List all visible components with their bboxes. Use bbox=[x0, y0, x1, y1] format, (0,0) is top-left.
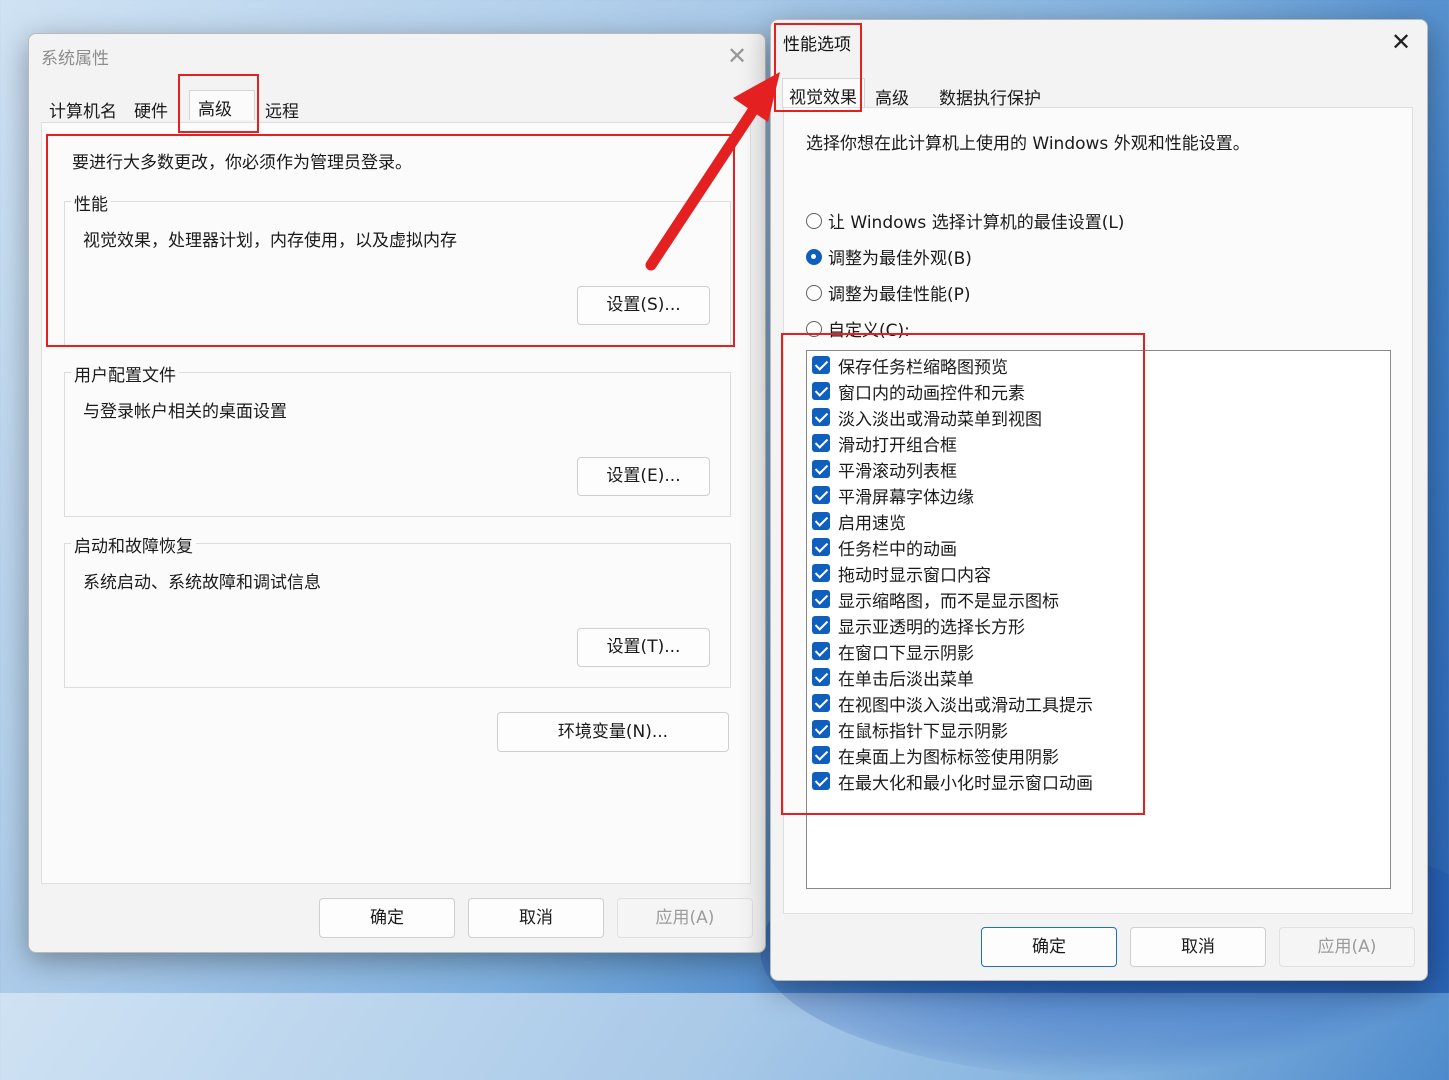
list-item[interactable]: 窗口内的动画控件和元素 bbox=[812, 380, 1025, 404]
option-label: 在最大化和最小化时显示窗口动画 bbox=[838, 773, 1093, 794]
radio-button[interactable] bbox=[806, 320, 822, 337]
visual-effects-intro: 选择你想在此计算机上使用的 Windows 外观和性能设置。 bbox=[806, 134, 1250, 154]
user-profiles-desc: 与登录帐户相关的桌面设置 bbox=[83, 402, 287, 422]
list-item[interactable]: 显示亚透明的选择长方形 bbox=[812, 614, 1025, 638]
cancel-button[interactable]: 取消 bbox=[468, 898, 604, 938]
tab-advanced[interactable]: 高级 bbox=[189, 90, 255, 120]
performance-label: 性能 bbox=[71, 190, 111, 215]
checkbox-checked[interactable] bbox=[812, 564, 830, 582]
option-label: 保存任务栏缩略图预览 bbox=[838, 357, 1008, 378]
option-label: 显示缩略图，而不是显示图标 bbox=[838, 591, 1059, 612]
list-item[interactable]: 任务栏中的动画 bbox=[812, 536, 957, 560]
radio-best-performance[interactable]: 调整为最佳性能(P) bbox=[806, 280, 971, 305]
list-item[interactable]: 启用速览 bbox=[812, 510, 906, 534]
option-label: 淡入淡出或滑动菜单到视图 bbox=[838, 409, 1042, 430]
list-item[interactable]: 在窗口下显示阴影 bbox=[812, 640, 974, 664]
checkbox-checked[interactable] bbox=[812, 356, 830, 374]
option-label: 在鼠标指针下显示阴影 bbox=[838, 721, 1008, 742]
checkbox-checked[interactable] bbox=[812, 512, 830, 530]
option-label: 显示亚透明的选择长方形 bbox=[838, 617, 1025, 638]
radio-label: 让 Windows 选择计算机的最佳设置(L) bbox=[828, 213, 1125, 233]
checkbox-checked[interactable] bbox=[812, 772, 830, 790]
list-item[interactable]: 显示缩略图，而不是显示图标 bbox=[812, 588, 1059, 612]
list-item[interactable]: 滑动打开组合框 bbox=[812, 432, 957, 456]
checkbox-checked[interactable] bbox=[812, 720, 830, 738]
tab-hardware[interactable]: 硬件 bbox=[132, 95, 170, 124]
apply-button[interactable]: 应用(A) bbox=[617, 898, 753, 938]
advanced-tab-panel: 要进行大多数更改，你必须作为管理员登录。 性能 视觉效果，处理器计划，内存使用，… bbox=[41, 122, 751, 884]
radio-best-appearance[interactable]: 调整为最佳外观(B) bbox=[806, 244, 972, 269]
cancel-button[interactable]: 取消 bbox=[1130, 927, 1266, 967]
performance-desc: 视觉效果，处理器计划，内存使用，以及虚拟内存 bbox=[83, 231, 457, 251]
user-profiles-label: 用户配置文件 bbox=[71, 361, 179, 386]
apply-button[interactable]: 应用(A) bbox=[1279, 927, 1415, 967]
radio-custom[interactable]: 自定义(C): bbox=[806, 316, 910, 341]
list-item[interactable]: 在桌面上为图标标签使用阴影 bbox=[812, 744, 1059, 768]
admin-notice: 要进行大多数更改，你必须作为管理员登录。 bbox=[72, 153, 412, 173]
list-item[interactable]: 平滑滚动列表框 bbox=[812, 458, 957, 482]
radio-let-windows-choose[interactable]: 让 Windows 选择计算机的最佳设置(L) bbox=[806, 208, 1124, 233]
checkbox-checked[interactable] bbox=[812, 408, 830, 426]
checkbox-checked[interactable] bbox=[812, 616, 830, 634]
option-label: 滑动打开组合框 bbox=[838, 435, 957, 456]
radio-label: 自定义(C): bbox=[828, 321, 910, 341]
tab-visual-effects[interactable]: 视觉效果 bbox=[782, 78, 865, 108]
list-item[interactable]: 保存任务栏缩略图预览 bbox=[812, 354, 1008, 378]
checkbox-checked[interactable] bbox=[812, 694, 830, 712]
radio-button[interactable] bbox=[806, 284, 822, 301]
option-label: 在桌面上为图标标签使用阴影 bbox=[838, 747, 1059, 768]
list-item[interactable]: 在单击后淡出菜单 bbox=[812, 666, 974, 690]
radio-label: 调整为最佳性能(P) bbox=[828, 285, 971, 305]
visual-effects-panel: 选择你想在此计算机上使用的 Windows 外观和性能设置。 让 Windows… bbox=[783, 107, 1413, 914]
option-label: 平滑滚动列表框 bbox=[838, 461, 957, 482]
dialog-title: 性能选项 bbox=[783, 35, 851, 55]
list-item[interactable]: 平滑屏幕字体边缘 bbox=[812, 484, 974, 508]
tab-computer-name[interactable]: 计算机名 bbox=[47, 95, 119, 124]
option-label: 在窗口下显示阴影 bbox=[838, 643, 974, 664]
option-label: 在视图中淡入淡出或滑动工具提示 bbox=[838, 695, 1093, 716]
option-label: 任务栏中的动画 bbox=[838, 539, 957, 560]
performance-options-dialog: 性能选项 ✕ 视觉效果 高级 数据执行保护 选择你想在此计算机上使用的 Wind… bbox=[770, 19, 1428, 981]
option-label: 拖动时显示窗口内容 bbox=[838, 565, 991, 586]
checkbox-checked[interactable] bbox=[812, 460, 830, 478]
option-label: 在单击后淡出菜单 bbox=[838, 669, 974, 690]
startup-recovery-group: 启动和故障恢复 系统启动、系统故障和调试信息 设置(T)... bbox=[64, 532, 731, 688]
checkbox-checked[interactable] bbox=[812, 382, 830, 400]
radio-button[interactable] bbox=[806, 248, 822, 265]
startup-recovery-label: 启动和故障恢复 bbox=[71, 532, 196, 557]
performance-settings-button[interactable]: 设置(S)... bbox=[577, 286, 710, 325]
tab-remote[interactable]: 远程 bbox=[263, 95, 301, 124]
option-label: 平滑屏幕字体边缘 bbox=[838, 487, 974, 508]
list-item[interactable]: 在鼠标指针下显示阴影 bbox=[812, 718, 1008, 742]
environment-variables-button[interactable]: 环境变量(N)... bbox=[497, 712, 729, 752]
visual-effects-list[interactable]: 保存任务栏缩略图预览 窗口内的动画控件和元素 淡入淡出或滑动菜单到视图 滑动打开… bbox=[806, 350, 1391, 889]
startup-recovery-desc: 系统启动、系统故障和调试信息 bbox=[83, 573, 321, 593]
list-item[interactable]: 拖动时显示窗口内容 bbox=[812, 562, 991, 586]
ok-button[interactable]: 确定 bbox=[319, 898, 455, 938]
startup-recovery-settings-button[interactable]: 设置(T)... bbox=[577, 628, 710, 667]
radio-button[interactable] bbox=[806, 212, 822, 229]
close-icon[interactable]: ✕ bbox=[1391, 30, 1411, 54]
checkbox-checked[interactable] bbox=[812, 590, 830, 608]
option-label: 启用速览 bbox=[838, 513, 906, 534]
performance-group: 性能 视觉效果，处理器计划，内存使用，以及虚拟内存 设置(S)... bbox=[64, 190, 731, 346]
system-properties-dialog: 系统属性 ✕ 计算机名 硬件 高级 远程 要进行大多数更改，你必须作为管理员登录… bbox=[28, 33, 766, 953]
list-item[interactable]: 淡入淡出或滑动菜单到视图 bbox=[812, 406, 1042, 430]
checkbox-checked[interactable] bbox=[812, 746, 830, 764]
close-icon[interactable]: ✕ bbox=[727, 44, 747, 68]
checkbox-checked[interactable] bbox=[812, 538, 830, 556]
checkbox-checked[interactable] bbox=[812, 486, 830, 504]
ok-button[interactable]: 确定 bbox=[981, 927, 1117, 967]
list-item[interactable]: 在视图中淡入淡出或滑动工具提示 bbox=[812, 692, 1093, 716]
user-profiles-settings-button[interactable]: 设置(E)... bbox=[577, 457, 710, 496]
option-label: 窗口内的动画控件和元素 bbox=[838, 383, 1025, 404]
checkbox-checked[interactable] bbox=[812, 642, 830, 660]
checkbox-checked[interactable] bbox=[812, 434, 830, 452]
radio-label: 调整为最佳外观(B) bbox=[828, 249, 972, 269]
dialog-title: 系统属性 bbox=[41, 49, 109, 69]
list-item[interactable]: 在最大化和最小化时显示窗口动画 bbox=[812, 770, 1093, 794]
checkbox-checked[interactable] bbox=[812, 668, 830, 686]
user-profiles-group: 用户配置文件 与登录帐户相关的桌面设置 设置(E)... bbox=[64, 361, 731, 517]
